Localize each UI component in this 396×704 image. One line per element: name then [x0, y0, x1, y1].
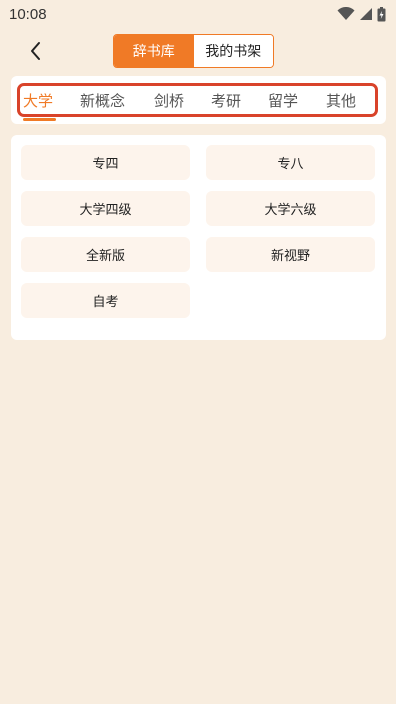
book-item-tem4[interactable]: 专四	[21, 145, 190, 180]
tab-cambridge[interactable]: 剑桥	[154, 87, 184, 113]
status-time: 10:08	[9, 5, 47, 23]
book-item-new-edition[interactable]: 全新版	[21, 237, 190, 272]
category-tabs: 大学 新概念 剑桥 考研 留学 其他	[11, 87, 386, 115]
signal-icon	[360, 8, 372, 20]
book-item-cet6[interactable]: 大学六级	[206, 191, 375, 226]
back-button[interactable]	[22, 37, 50, 65]
tab-other[interactable]: 其他	[326, 87, 356, 113]
header: 辞书库 我的书架	[0, 32, 396, 70]
status-icons	[337, 6, 386, 22]
category-tabs-card: 大学 新概念 剑桥 考研 留学 其他	[11, 76, 386, 124]
book-item-cet4[interactable]: 大学四级	[21, 191, 190, 226]
tab-postgraduate[interactable]: 考研	[211, 87, 241, 113]
library-segmented-control: 辞书库 我的书架	[113, 34, 274, 68]
book-item-self-study[interactable]: 自考	[21, 283, 190, 318]
tab-university[interactable]: 大学	[23, 87, 53, 113]
tab-new-concept[interactable]: 新概念	[80, 87, 125, 113]
active-tab-indicator	[23, 118, 56, 121]
book-list-card: 专四 专八 大学四级 大学六级 全新版 新视野 自考	[11, 135, 386, 340]
segment-my-bookshelf[interactable]: 我的书架	[193, 35, 273, 67]
segment-dictionary-library[interactable]: 辞书库	[114, 35, 194, 67]
chevron-left-icon	[31, 42, 40, 60]
book-item-new-horizon[interactable]: 新视野	[206, 237, 375, 272]
wifi-icon	[337, 7, 355, 20]
battery-icon	[377, 6, 386, 21]
status-bar: 10:08	[0, 0, 396, 28]
tab-study-abroad[interactable]: 留学	[268, 87, 298, 113]
book-item-tem8[interactable]: 专八	[206, 145, 375, 180]
